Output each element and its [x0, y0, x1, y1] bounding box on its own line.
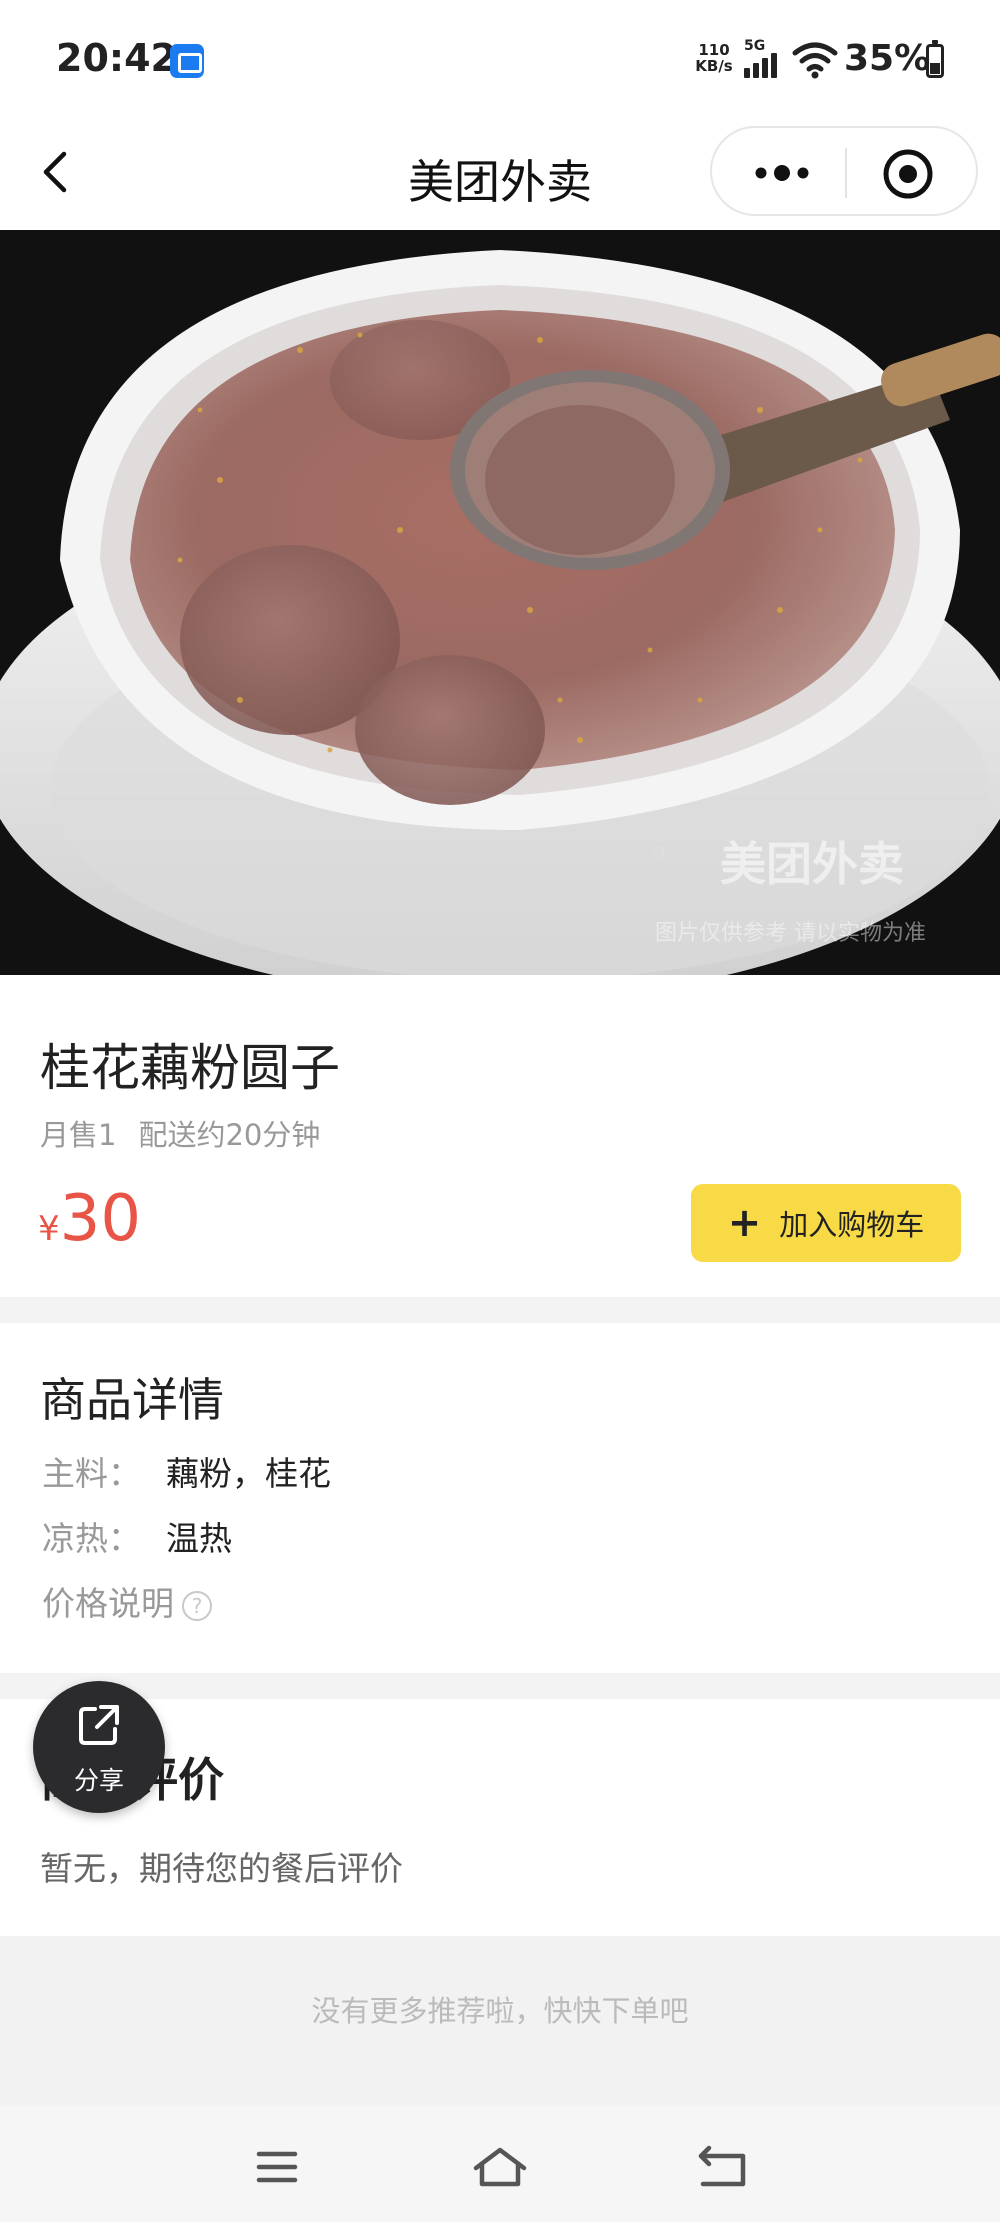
detail-row-temperature: 凉热： 温热 [42, 1512, 232, 1560]
network-speed-value: 110 [698, 41, 730, 59]
status-time: 20:42 [56, 36, 177, 80]
detail-row-ingredients: 主料： 藕粉，桂花 [42, 1447, 331, 1495]
watermark-brand: 美团外卖 [720, 837, 904, 891]
meituan-app-icon [170, 44, 204, 78]
menu-lines-icon[interactable] [247, 2142, 307, 2192]
section-divider [0, 1673, 1000, 1699]
delivery-time: 配送约20分钟 [138, 1118, 321, 1152]
details-title: 商品详情 [40, 1373, 224, 1427]
detail-value: 藕粉，桂花 [166, 1454, 331, 1493]
detail-value: 温热 [166, 1519, 232, 1558]
network-speed: 110 KB/s [684, 42, 744, 74]
network-speed-unit: KB/s [695, 57, 733, 75]
plus-icon: + [727, 1200, 762, 1246]
add-to-cart-button[interactable]: + 加入购物车 [691, 1184, 961, 1262]
product-meta: 月售1 配送约20分钟 [40, 1112, 320, 1154]
detail-key: 凉热： [42, 1519, 141, 1558]
share-label: 分享 [73, 1766, 124, 1795]
capsule-divider [845, 148, 847, 198]
wifi-icon [792, 42, 838, 79]
product-detail-page: 20:42 110 KB/s 5G 35% 美团外卖 ⌂ 美团外卖 图片仅供参考… [0, 0, 1000, 2222]
question-circle-icon[interactable]: ? [182, 1591, 212, 1621]
target-circle-icon[interactable] [880, 146, 936, 202]
return-arrow-icon[interactable] [693, 2142, 753, 2192]
battery-percent: 35% [844, 38, 931, 79]
home-outline-icon[interactable] [470, 2142, 530, 2192]
price-note-label: 价格说明 [42, 1584, 174, 1623]
svg-text:⌂: ⌂ [652, 838, 665, 863]
cellular-signal-icon: 5G [742, 38, 784, 82]
nav-bar: 美团外卖 [0, 120, 1000, 230]
more-dots-icon[interactable] [747, 148, 817, 198]
product-image[interactable]: ⌂ 美团外卖 图片仅供参考 请以实物为准 [0, 230, 1000, 975]
currency-symbol: ¥ [38, 1209, 60, 1249]
section-divider [0, 1297, 1000, 1323]
footer-text: 没有更多推荐啦，快快下单吧 [311, 1994, 689, 2028]
price-value: 30 [59, 1182, 142, 1256]
footer: 没有更多推荐啦，快快下单吧 [0, 1936, 1000, 2106]
network-type: 5G [744, 38, 766, 54]
price-note-row[interactable]: 价格说明? [42, 1577, 212, 1625]
watermark-note: 图片仅供参考 请以实物为准 [655, 921, 926, 946]
battery-icon [926, 40, 944, 78]
share-external-icon [79, 1705, 119, 1745]
reviews-empty-text: 暂无，期待您的餐后评价 [40, 1849, 403, 1888]
product-price: ¥30 [38, 1182, 141, 1256]
share-button[interactable]: 分享 [33, 1681, 165, 1813]
system-nav-bar [0, 2106, 1000, 2222]
add-to-cart-label: 加入购物车 [779, 1208, 925, 1242]
status-bar: 20:42 110 KB/s 5G 35% [0, 0, 1000, 120]
product-name: 桂花藕粉圆子 [40, 1039, 340, 1097]
monthly-sales: 月售1 [40, 1118, 117, 1152]
detail-key: 主料： [42, 1454, 141, 1493]
mini-program-capsule [710, 126, 978, 216]
